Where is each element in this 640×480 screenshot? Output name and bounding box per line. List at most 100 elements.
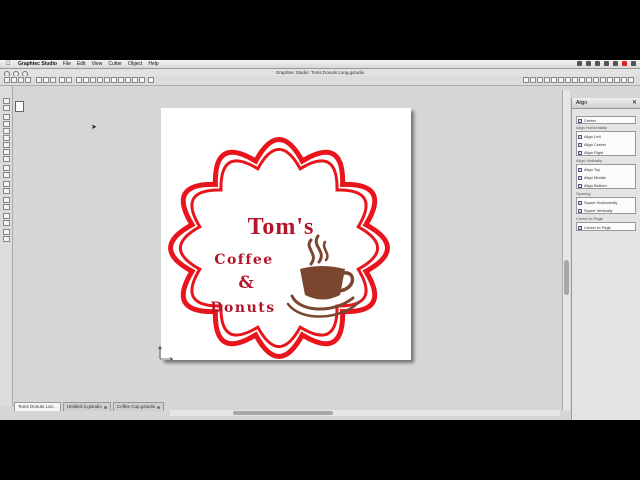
send-to-cutter-icon[interactable] xyxy=(148,77,154,83)
grid-icon[interactable] xyxy=(125,77,131,83)
status-icon[interactable] xyxy=(586,61,591,66)
tab-toms-donuts[interactable]: Toms Donuts Lon... xyxy=(14,402,61,411)
center-to-page-label: Center to Page xyxy=(584,225,611,230)
panel-toggle-icon[interactable] xyxy=(544,77,550,83)
align-right-button[interactable]: Align Right xyxy=(578,149,635,156)
line-tool-icon[interactable] xyxy=(3,114,10,120)
zoom-out-icon[interactable] xyxy=(83,77,89,83)
panel-toggle-icon[interactable] xyxy=(572,77,578,83)
horizontal-scroll-thumb[interactable] xyxy=(233,411,333,415)
align-left-button[interactable]: Align Left xyxy=(578,133,635,140)
panel-toggle-icon[interactable] xyxy=(530,77,536,83)
title-text[interactable]: Tom's xyxy=(248,214,315,240)
redo-icon[interactable] xyxy=(66,77,72,83)
align-center-button[interactable]: Align Center xyxy=(578,141,635,148)
panel-toggle-icon[interactable] xyxy=(628,77,634,83)
cut-icon[interactable] xyxy=(36,77,42,83)
layer-tool-icon[interactable] xyxy=(3,229,10,235)
vertical-scroll-thumb[interactable] xyxy=(564,260,569,295)
coffee-text[interactable]: Coffee xyxy=(214,252,273,268)
menu-edit[interactable]: Edit xyxy=(77,60,86,68)
close-icon[interactable]: ✕ xyxy=(632,98,637,108)
horizontal-scrollbar[interactable] xyxy=(170,410,560,416)
spotlight-icon[interactable] xyxy=(631,61,636,66)
menu-help[interactable]: Help xyxy=(148,60,158,68)
ampersand-text[interactable]: & xyxy=(238,273,254,293)
notification-icon[interactable] xyxy=(622,61,627,66)
space-horizontally-button[interactable]: Space Horizontally xyxy=(578,199,635,206)
status-icon[interactable] xyxy=(595,61,600,66)
new-icon[interactable] xyxy=(4,77,10,83)
panel-toggle-icon[interactable] xyxy=(600,77,606,83)
arc-tool-icon[interactable] xyxy=(3,156,10,162)
zoom-in-icon[interactable] xyxy=(76,77,82,83)
text-tool-icon[interactable] xyxy=(3,181,10,187)
curve-tool-icon[interactable] xyxy=(3,149,10,155)
apple-icon[interactable]:  xyxy=(6,60,11,68)
menu-cutter[interactable]: Cutter xyxy=(108,60,122,68)
design-page[interactable]: Tom's Coffee & Donuts xyxy=(161,108,411,360)
layers-icon[interactable] xyxy=(132,77,138,83)
status-icon[interactable] xyxy=(577,61,582,66)
freehand-tool-icon[interactable] xyxy=(3,165,10,171)
refresh-icon[interactable] xyxy=(111,77,117,83)
menu-app[interactable]: Graphtec Studio xyxy=(18,60,57,68)
panel-toggle-icon[interactable] xyxy=(586,77,592,83)
cut-settings-icon[interactable] xyxy=(3,220,10,226)
status-icon[interactable] xyxy=(604,61,609,66)
close-tab-icon[interactable] xyxy=(103,405,107,409)
print-icon[interactable] xyxy=(25,77,31,83)
status-icon[interactable] xyxy=(613,61,618,66)
menu-object[interactable]: Object xyxy=(128,60,142,68)
scalloped-border-outer[interactable] xyxy=(168,137,390,359)
panel-toggle-icon[interactable] xyxy=(537,77,543,83)
pan-icon[interactable] xyxy=(118,77,124,83)
paste-icon[interactable] xyxy=(50,77,56,83)
preferences-icon[interactable] xyxy=(139,77,145,83)
close-tab-icon[interactable] xyxy=(157,405,161,409)
scalloped-border-inner[interactable] xyxy=(179,148,379,348)
center-to-page-button[interactable]: Center to Page xyxy=(578,224,635,231)
copy-icon[interactable] xyxy=(43,77,49,83)
tab-untitled-3[interactable]: Untitled-3.gstudio xyxy=(62,402,111,411)
panel-toggle-icon[interactable] xyxy=(551,77,557,83)
panel-toggle-icon[interactable] xyxy=(579,77,585,83)
smooth-tool-icon[interactable] xyxy=(3,172,10,178)
align-bottom-button[interactable]: Align Bottom xyxy=(578,182,635,189)
align-top-button[interactable]: Align Top xyxy=(578,166,635,173)
select-tool-icon[interactable] xyxy=(3,98,10,104)
eraser-tool-icon[interactable] xyxy=(3,188,10,194)
undo-icon[interactable] xyxy=(59,77,65,83)
polygon-tool-icon[interactable] xyxy=(3,142,10,148)
save-icon[interactable] xyxy=(18,77,24,83)
center-button[interactable]: Center xyxy=(578,117,635,124)
hand-icon[interactable] xyxy=(104,77,110,83)
panel-toggle-icon[interactable] xyxy=(558,77,564,83)
ellipse-tool-icon[interactable] xyxy=(3,135,10,141)
rounded-rectangle-tool-icon[interactable] xyxy=(3,128,10,134)
vertical-scrollbar[interactable] xyxy=(562,90,570,410)
document-icon[interactable] xyxy=(15,101,24,112)
panel-toggle-icon[interactable] xyxy=(607,77,613,83)
panel-toggle-icon[interactable] xyxy=(621,77,627,83)
panel-toggle-icon[interactable] xyxy=(593,77,599,83)
registration-marks-icon[interactable] xyxy=(3,213,10,219)
panel-toggle-icon[interactable] xyxy=(565,77,571,83)
panel-toggle-icon[interactable] xyxy=(523,77,529,83)
donuts-text[interactable]: Donuts xyxy=(210,300,275,316)
open-icon[interactable] xyxy=(11,77,17,83)
space-vertically-button[interactable]: Space Vertically xyxy=(578,207,635,214)
menu-view[interactable]: View xyxy=(92,60,103,68)
edit-points-tool-icon[interactable] xyxy=(3,105,10,111)
library-tool-icon[interactable] xyxy=(3,236,10,242)
rectangle-tool-icon[interactable] xyxy=(3,121,10,127)
align-middle-button[interactable]: Align Middle xyxy=(578,174,635,181)
space-horizontally-icon xyxy=(578,200,582,205)
zoom-page-icon[interactable] xyxy=(97,77,103,83)
knife-tool-icon[interactable] xyxy=(3,197,10,203)
pen-tool-icon[interactable] xyxy=(3,204,10,210)
tab-coffee-cup[interactable]: Coffee Cup.gstudio xyxy=(112,402,165,411)
panel-toggle-icon[interactable] xyxy=(614,77,620,83)
menu-file[interactable]: File xyxy=(63,60,71,68)
zoom-fit-icon[interactable] xyxy=(90,77,96,83)
